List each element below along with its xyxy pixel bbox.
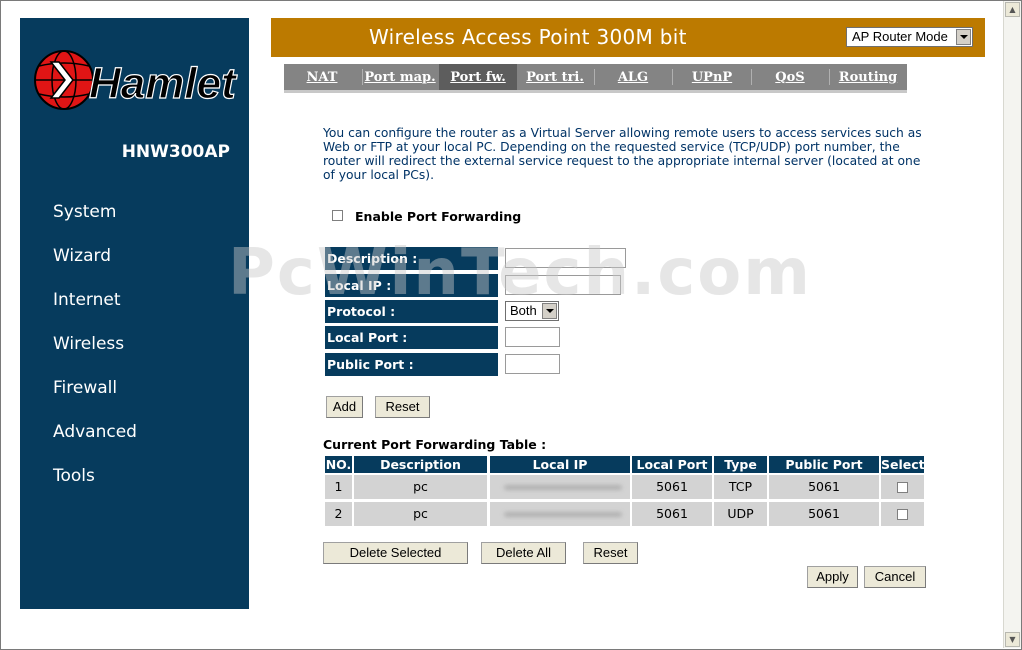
row-select-checkbox[interactable] <box>897 482 908 493</box>
add-button[interactable]: Add <box>326 396 363 418</box>
tab-separator <box>362 69 363 85</box>
tab-routing[interactable]: Routing <box>834 64 902 90</box>
table-cell-local-ip <box>490 475 630 499</box>
table-title: Current Port Forwarding Table : <box>323 437 547 452</box>
chevron-down-icon[interactable] <box>956 29 971 45</box>
local-port-label: Local Port : <box>325 326 498 349</box>
public-port-label: Public Port : <box>325 353 498 376</box>
table-cell-local-ip <box>490 502 630 526</box>
protocol-select-value: Both <box>510 303 537 318</box>
tab-port-tri[interactable]: Port tri. <box>522 64 588 90</box>
tab-separator <box>829 69 830 85</box>
column-header-select: Select <box>881 456 925 473</box>
enable-port-forwarding-checkbox[interactable] <box>332 210 343 221</box>
reset-table-button[interactable]: Reset <box>583 542 638 564</box>
tab-alg[interactable]: ALG <box>602 64 664 90</box>
nav-wireless[interactable]: Wireless <box>53 334 124 354</box>
column-header-local-ip: Local IP <box>490 456 630 473</box>
page-description: You can configure the router as a Virtua… <box>323 126 922 182</box>
description-input[interactable] <box>505 248 626 268</box>
advanced-tabs: NAT Port map. Port fw. Port tri. ALG UPn… <box>284 64 907 93</box>
redacted-ip <box>504 512 622 517</box>
description-label: Description : <box>325 247 498 270</box>
mode-select[interactable]: AP Router Mode <box>846 27 973 47</box>
table-cell-no: 1 <box>325 475 352 499</box>
table-cell-description: pc <box>354 502 487 526</box>
tab-qos[interactable]: QoS <box>758 64 822 90</box>
chevron-down-icon[interactable] <box>542 303 557 319</box>
tab-nat[interactable]: NAT <box>298 64 346 90</box>
table-cell-select <box>881 475 924 499</box>
local-port-input[interactable] <box>505 327 560 347</box>
table-cell-local-port: 5061 <box>632 502 712 526</box>
nav-wizard[interactable]: Wizard <box>53 246 111 266</box>
table-cell-type: UDP <box>714 502 767 526</box>
table-cell-public-port: 5061 <box>769 475 879 499</box>
hamlet-logo: Hamlet <box>34 50 239 110</box>
nav-system[interactable]: System <box>53 202 116 222</box>
nav-firewall[interactable]: Firewall <box>53 378 117 398</box>
protocol-select[interactable]: Both <box>505 301 559 321</box>
column-header-local-port: Local Port <box>632 456 712 473</box>
model-name: HNW300AP <box>121 142 230 162</box>
page-title: Wireless Access Point 300M bit <box>369 25 687 49</box>
tab-separator <box>594 69 595 85</box>
table-cell-type: TCP <box>714 475 767 499</box>
protocol-label: Protocol : <box>325 300 498 323</box>
table-cell-description: pc <box>354 475 487 499</box>
column-header-description: Description <box>354 456 487 473</box>
nav-advanced[interactable]: Advanced <box>53 422 137 442</box>
public-port-input[interactable] <box>505 354 560 374</box>
redacted-ip <box>504 485 622 490</box>
local-ip-label: Local IP : <box>325 274 498 297</box>
tab-separator <box>672 69 673 85</box>
column-header-type: Type <box>714 456 767 473</box>
delete-selected-button[interactable]: Delete Selected <box>323 542 468 564</box>
svg-text:Hamlet: Hamlet <box>89 59 238 108</box>
table-cell-no: 2 <box>325 502 352 526</box>
table-cell-select <box>881 502 924 526</box>
row-select-checkbox[interactable] <box>897 509 908 520</box>
sidebar: Hamlet HNW300AP System Wizard Internet W… <box>20 18 249 609</box>
scroll-down-icon[interactable]: ▼ <box>1005 632 1020 647</box>
nav-tools[interactable]: Tools <box>53 466 95 486</box>
scroll-up-icon[interactable]: ▲ <box>1005 2 1020 17</box>
reset-form-button[interactable]: Reset <box>375 396 430 418</box>
table-cell-public-port: 5061 <box>769 502 879 526</box>
header-bar: Wireless Access Point 300M bit AP Router… <box>271 18 985 57</box>
mode-select-value: AP Router Mode <box>852 29 948 44</box>
local-ip-input[interactable] <box>505 275 621 295</box>
tab-upnp[interactable]: UPnP <box>680 64 744 90</box>
tab-port-map[interactable]: Port map. <box>364 64 436 90</box>
column-header-no: NO. <box>325 456 352 473</box>
nav-internet[interactable]: Internet <box>53 290 121 310</box>
column-header-public-port: Public Port <box>769 456 879 473</box>
delete-all-button[interactable]: Delete All <box>481 542 566 564</box>
tab-separator <box>751 69 752 85</box>
table-cell-local-port: 5061 <box>632 475 712 499</box>
enable-port-forwarding-label: Enable Port Forwarding <box>355 209 522 224</box>
vertical-scrollbar[interactable]: ▲ ▼ <box>1003 1 1021 648</box>
tab-port-fw[interactable]: Port fw. <box>439 64 517 90</box>
cancel-button[interactable]: Cancel <box>864 566 926 588</box>
apply-button[interactable]: Apply <box>807 566 858 588</box>
